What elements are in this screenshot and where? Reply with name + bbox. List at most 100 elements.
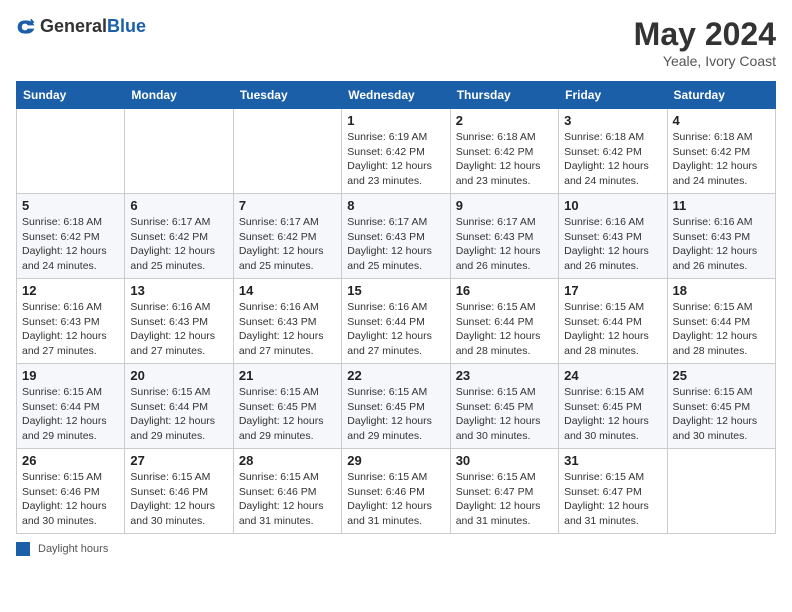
calendar-cell: 26 Sunrise: 6:15 AM Sunset: 6:46 PM Dayli… [17, 449, 125, 534]
day-info: Sunrise: 6:15 AM Sunset: 6:44 PM Dayligh… [130, 385, 227, 444]
calendar-cell: 21 Sunrise: 6:15 AM Sunset: 6:45 PM Dayli… [233, 364, 341, 449]
day-number: 5 [22, 198, 119, 213]
day-info: Sunrise: 6:15 AM Sunset: 6:44 PM Dayligh… [564, 300, 661, 359]
footer-label: Daylight hours [38, 543, 108, 555]
day-number: 6 [130, 198, 227, 213]
day-info: Sunrise: 6:17 AM Sunset: 6:42 PM Dayligh… [130, 215, 227, 274]
day-number: 2 [456, 113, 553, 128]
day-number: 26 [22, 453, 119, 468]
calendar-cell: 3Sunrise: 6:18 AM Sunset: 6:42 PM Daylig… [559, 109, 667, 194]
day-info: Sunrise: 6:18 AM Sunset: 6:42 PM Dayligh… [456, 130, 553, 189]
logo-blue: Blue [107, 16, 146, 36]
day-number: 27 [130, 453, 227, 468]
day-number: 21 [239, 368, 336, 383]
weekday-header-tuesday: Tuesday [233, 82, 341, 109]
day-info: Sunrise: 6:16 AM Sunset: 6:43 PM Dayligh… [130, 300, 227, 359]
calendar-cell: 16 Sunrise: 6:15 AM Sunset: 6:44 PM Dayli… [450, 279, 558, 364]
day-number: 22 [347, 368, 444, 383]
footer-color-box [16, 542, 30, 556]
calendar-cell: 18Sunrise: 6:15 AM Sunset: 6:44 PM Dayli… [667, 279, 775, 364]
day-number: 17 [564, 283, 661, 298]
calendar-cell [17, 109, 125, 194]
day-info: Sunrise: 6:15 AM Sunset: 6:45 PM Dayligh… [347, 385, 444, 444]
calendar-cell: 22 Sunrise: 6:15 AM Sunset: 6:45 PM Dayli… [342, 364, 450, 449]
weekday-header-row: SundayMondayTuesdayWednesdayThursdayFrid… [17, 82, 776, 109]
week-row-3: 12 Sunrise: 6:16 AM Sunset: 6:43 PM Dayli… [17, 279, 776, 364]
calendar-cell: 13 Sunrise: 6:16 AM Sunset: 6:43 PM Dayli… [125, 279, 233, 364]
day-number: 23 [456, 368, 553, 383]
logo-icon [16, 17, 36, 37]
calendar-cell: 27 Sunrise: 6:15 AM Sunset: 6:46 PM Dayli… [125, 449, 233, 534]
day-info: Sunrise: 6:15 AM Sunset: 6:47 PM Dayligh… [456, 470, 553, 529]
calendar-cell: 20 Sunrise: 6:15 AM Sunset: 6:44 PM Dayli… [125, 364, 233, 449]
day-number: 31 [564, 453, 661, 468]
day-number: 7 [239, 198, 336, 213]
day-info: Sunrise: 6:18 AM Sunset: 6:42 PM Dayligh… [22, 215, 119, 274]
day-number: 20 [130, 368, 227, 383]
day-number: 12 [22, 283, 119, 298]
calendar-cell: 15Sunrise: 6:16 AM Sunset: 6:44 PM Dayli… [342, 279, 450, 364]
logo-general: General [40, 16, 107, 36]
day-number: 14 [239, 283, 336, 298]
calendar-cell: 2 Sunrise: 6:18 AM Sunset: 6:42 PM Daylig… [450, 109, 558, 194]
calendar-table: SundayMondayTuesdayWednesdayThursdayFrid… [16, 81, 776, 534]
day-number: 24 [564, 368, 661, 383]
weekday-header-monday: Monday [125, 82, 233, 109]
calendar-cell: 30 Sunrise: 6:15 AM Sunset: 6:47 PM Dayli… [450, 449, 558, 534]
day-number: 19 [22, 368, 119, 383]
day-number: 10 [564, 198, 661, 213]
calendar-cell: 17 Sunrise: 6:15 AM Sunset: 6:44 PM Dayli… [559, 279, 667, 364]
calendar-cell: 19 Sunrise: 6:15 AM Sunset: 6:44 PM Dayli… [17, 364, 125, 449]
calendar-cell: 10 Sunrise: 6:16 AM Sunset: 6:43 PM Dayli… [559, 194, 667, 279]
day-info: Sunrise: 6:15 AM Sunset: 6:44 PM Dayligh… [456, 300, 553, 359]
calendar-cell: 1Sunrise: 6:19 AM Sunset: 6:42 PM Daylig… [342, 109, 450, 194]
week-row-1: 1Sunrise: 6:19 AM Sunset: 6:42 PM Daylig… [17, 109, 776, 194]
day-number: 9 [456, 198, 553, 213]
day-info: Sunrise: 6:15 AM Sunset: 6:45 PM Dayligh… [564, 385, 661, 444]
day-info: Sunrise: 6:15 AM Sunset: 6:47 PM Dayligh… [564, 470, 661, 529]
day-info: Sunrise: 6:16 AM Sunset: 6:43 PM Dayligh… [673, 215, 770, 274]
week-row-4: 19 Sunrise: 6:15 AM Sunset: 6:44 PM Dayli… [17, 364, 776, 449]
week-row-2: 5 Sunrise: 6:18 AM Sunset: 6:42 PM Daylig… [17, 194, 776, 279]
day-info: Sunrise: 6:16 AM Sunset: 6:43 PM Dayligh… [239, 300, 336, 359]
calendar-cell: 9 Sunrise: 6:17 AM Sunset: 6:43 PM Daylig… [450, 194, 558, 279]
day-info: Sunrise: 6:15 AM Sunset: 6:45 PM Dayligh… [239, 385, 336, 444]
logo-text: GeneralBlue [40, 16, 146, 37]
calendar-cell: 8Sunrise: 6:17 AM Sunset: 6:43 PM Daylig… [342, 194, 450, 279]
title-area: May 2024 Yeale, Ivory Coast [634, 16, 776, 69]
weekday-header-friday: Friday [559, 82, 667, 109]
day-info: Sunrise: 6:16 AM Sunset: 6:43 PM Dayligh… [564, 215, 661, 274]
calendar-cell: 12 Sunrise: 6:16 AM Sunset: 6:43 PM Dayli… [17, 279, 125, 364]
calendar-cell: 14 Sunrise: 6:16 AM Sunset: 6:43 PM Dayli… [233, 279, 341, 364]
day-info: Sunrise: 6:17 AM Sunset: 6:42 PM Dayligh… [239, 215, 336, 274]
day-info: Sunrise: 6:15 AM Sunset: 6:46 PM Dayligh… [130, 470, 227, 529]
logo: GeneralBlue [16, 16, 146, 37]
weekday-header-wednesday: Wednesday [342, 82, 450, 109]
day-number: 11 [673, 198, 770, 213]
footer: Daylight hours [16, 542, 776, 556]
weekday-header-sunday: Sunday [17, 82, 125, 109]
calendar-cell [667, 449, 775, 534]
day-info: Sunrise: 6:15 AM Sunset: 6:46 PM Dayligh… [22, 470, 119, 529]
calendar-cell [125, 109, 233, 194]
day-info: Sunrise: 6:15 AM Sunset: 6:46 PM Dayligh… [239, 470, 336, 529]
calendar-cell: 31 Sunrise: 6:15 AM Sunset: 6:47 PM Dayli… [559, 449, 667, 534]
day-number: 4 [673, 113, 770, 128]
calendar-cell: 23 Sunrise: 6:15 AM Sunset: 6:45 PM Dayli… [450, 364, 558, 449]
day-info: Sunrise: 6:17 AM Sunset: 6:43 PM Dayligh… [347, 215, 444, 274]
calendar-cell: 6 Sunrise: 6:17 AM Sunset: 6:42 PM Daylig… [125, 194, 233, 279]
day-number: 28 [239, 453, 336, 468]
day-info: Sunrise: 6:15 AM Sunset: 6:44 PM Dayligh… [22, 385, 119, 444]
day-number: 16 [456, 283, 553, 298]
day-number: 25 [673, 368, 770, 383]
day-info: Sunrise: 6:17 AM Sunset: 6:43 PM Dayligh… [456, 215, 553, 274]
day-number: 30 [456, 453, 553, 468]
day-info: Sunrise: 6:18 AM Sunset: 6:42 PM Dayligh… [673, 130, 770, 189]
day-number: 13 [130, 283, 227, 298]
day-info: Sunrise: 6:16 AM Sunset: 6:43 PM Dayligh… [22, 300, 119, 359]
day-info: Sunrise: 6:15 AM Sunset: 6:45 PM Dayligh… [456, 385, 553, 444]
calendar-cell [233, 109, 341, 194]
location: Yeale, Ivory Coast [634, 53, 776, 69]
month-year: May 2024 [634, 16, 776, 53]
day-info: Sunrise: 6:19 AM Sunset: 6:42 PM Dayligh… [347, 130, 444, 189]
